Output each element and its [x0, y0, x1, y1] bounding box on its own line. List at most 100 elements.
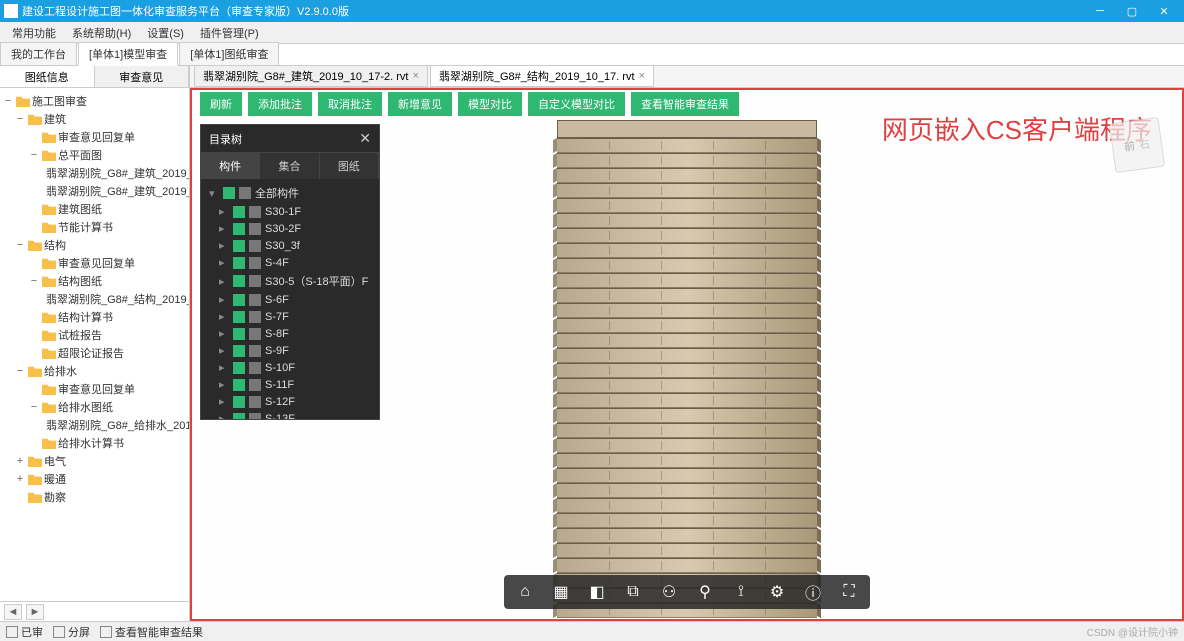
chevron-right-icon[interactable]: ▸	[219, 293, 229, 306]
tree-item[interactable]: −结构图纸	[0, 272, 189, 290]
tree-toggle-icon[interactable]: −	[28, 149, 40, 161]
chevron-right-icon[interactable]: ▸	[219, 205, 229, 218]
custom-compare-button[interactable]: 自定义模型对比	[528, 92, 625, 116]
checkbox-icon[interactable]	[233, 206, 245, 218]
tree-toggle-icon[interactable]: −	[28, 401, 40, 413]
tree-toggle-icon[interactable]: −	[2, 95, 14, 107]
catalog-item[interactable]: ▸S-7F	[201, 308, 379, 325]
viewcube[interactable]: 前 右	[1109, 117, 1165, 173]
chevron-right-icon[interactable]: ▸	[219, 378, 229, 391]
tree-item[interactable]: 审查意见回复单	[0, 128, 189, 146]
checkbox-icon[interactable]	[233, 294, 245, 306]
marker-icon[interactable]: ⚲	[694, 581, 716, 603]
tree-item[interactable]: 翡翠湖别院_G8#_建筑_2019_10_17	[0, 182, 189, 200]
fullscreen-icon[interactable]: ⛶	[838, 581, 860, 603]
file-tab-2[interactable]: 翡翠湖别院_G8#_结构_2019_10_17. rvt ×	[430, 65, 654, 87]
close-icon[interactable]: ×	[412, 70, 418, 82]
tree-item[interactable]: −给排水图纸	[0, 398, 189, 416]
tree-toggle-icon[interactable]: −	[28, 275, 40, 287]
tree-item[interactable]: 审查意见回复单	[0, 380, 189, 398]
maximize-button[interactable]: ▢	[1116, 0, 1148, 22]
catalog-item[interactable]: ▸S-11F	[201, 376, 379, 393]
measure-icon[interactable]: ⟟	[730, 581, 752, 603]
status-split[interactable]: 分屏	[53, 624, 90, 640]
tree-toggle-icon[interactable]: −	[14, 365, 26, 377]
catalog-item[interactable]: ▸S-12F	[201, 393, 379, 410]
tree-item[interactable]: −施工图审查	[0, 92, 189, 110]
catalog-item[interactable]: ▸S-10F	[201, 359, 379, 376]
tree-item[interactable]: 给排水计算书	[0, 434, 189, 452]
tree-item[interactable]: 审查意见回复单	[0, 254, 189, 272]
chevron-right-icon[interactable]: ▸	[219, 222, 229, 235]
tree-toggle-icon[interactable]: −	[14, 113, 26, 125]
checkbox-icon[interactable]	[233, 311, 245, 323]
checkbox-icon[interactable]	[233, 275, 245, 287]
catalog-item[interactable]: ▸S-8F	[201, 325, 379, 342]
catalog-item[interactable]: ▸S-9F	[201, 342, 379, 359]
tree-toggle-icon[interactable]: −	[14, 239, 26, 251]
chevron-right-icon[interactable]: ▸	[219, 361, 229, 374]
tree-item[interactable]: +电气	[0, 452, 189, 470]
tree-item[interactable]: 翡翠湖别院_G8#_结构_2019_10_17. r	[0, 290, 189, 308]
catalog-item[interactable]: ▸S-4F	[201, 254, 379, 271]
catalog-root[interactable]: ▾ 全部构件	[201, 183, 379, 203]
menu-plugins[interactable]: 插件管理(P)	[192, 23, 267, 43]
chevron-right-icon[interactable]: ▸	[219, 239, 229, 252]
tree-item[interactable]: 结构计算书	[0, 308, 189, 326]
grid-icon[interactable]: ▦	[550, 581, 572, 603]
tab-drawing-review[interactable]: [单体1]图纸审查	[179, 42, 279, 65]
catalog-item[interactable]: ▸S30-1F	[201, 203, 379, 220]
checkbox-icon[interactable]	[233, 379, 245, 391]
status-smart-results[interactable]: 查看智能审查结果	[100, 624, 203, 640]
tag-icon[interactable]: ◧	[586, 581, 608, 603]
catalog-item[interactable]: ▸S30-5（S-18平面）F	[201, 271, 379, 291]
checkbox-icon[interactable]	[233, 223, 245, 235]
menu-help[interactable]: 系统帮助(H)	[64, 23, 139, 43]
checkbox-icon[interactable]	[233, 257, 245, 269]
catalog-tab-set[interactable]: 集合	[260, 153, 319, 179]
catalog-tab-component[interactable]: 构件	[201, 153, 260, 179]
checkbox-icon[interactable]	[233, 396, 245, 408]
catalog-item[interactable]: ▸S-6F	[201, 291, 379, 308]
status-reviewed[interactable]: 已审	[6, 624, 43, 640]
checkbox-icon[interactable]	[233, 362, 245, 374]
tree-item[interactable]: 翡翠湖别院_G8#_给排水_2019_10_17	[0, 416, 189, 434]
minimize-button[interactable]: ─	[1084, 0, 1116, 22]
chevron-right-icon[interactable]: ▸	[219, 412, 229, 419]
file-tab-1[interactable]: 翡翠湖别院_G8#_建筑_2019_10_17-2. rvt ×	[194, 65, 428, 87]
checkbox-icon[interactable]	[233, 345, 245, 357]
tree-item[interactable]: 超限论证报告	[0, 344, 189, 362]
catalog-tab-drawing[interactable]: 图纸	[320, 153, 379, 179]
tree-item[interactable]: −总平面图	[0, 146, 189, 164]
cancel-annotation-button[interactable]: 取消批注	[318, 92, 382, 116]
checkbox-icon[interactable]	[233, 413, 245, 420]
chevron-right-icon[interactable]: ▸	[219, 395, 229, 408]
home-icon[interactable]: ⌂	[514, 581, 536, 603]
checkbox-icon[interactable]	[223, 187, 235, 199]
catalog-close-icon[interactable]: ✕	[359, 130, 371, 147]
chevron-right-icon[interactable]: ▸	[219, 256, 229, 269]
tab-workbench[interactable]: 我的工作台	[0, 42, 77, 65]
building-model[interactable]	[557, 120, 817, 620]
chevron-down-icon[interactable]: ▾	[209, 187, 219, 200]
section-icon[interactable]: ⧉	[622, 581, 644, 603]
catalog-item[interactable]: ▸S30-2F	[201, 220, 379, 237]
file-tree[interactable]: −施工图审查−建筑审查意见回复单−总平面图翡翠湖别院_G8#_建筑_2019_1…	[0, 88, 189, 601]
chevron-right-icon[interactable]: ▸	[219, 344, 229, 357]
checkbox-icon[interactable]	[233, 240, 245, 252]
sidebar-tab-drawing-info[interactable]: 图纸信息	[0, 66, 95, 87]
chevron-right-icon[interactable]: ▸	[219, 327, 229, 340]
nav-next-button[interactable]: ►	[26, 604, 44, 620]
info-icon[interactable]: ⓘ	[802, 581, 824, 603]
checkbox-icon[interactable]	[233, 328, 245, 340]
tree-item[interactable]: 试桩报告	[0, 326, 189, 344]
tree-item[interactable]: +暖通	[0, 470, 189, 488]
view-smart-results-button[interactable]: 查看智能审查结果	[631, 92, 739, 116]
add-annotation-button[interactable]: 添加批注	[248, 92, 312, 116]
new-comment-button[interactable]: 新增意见	[388, 92, 452, 116]
tree-item[interactable]: 节能计算书	[0, 218, 189, 236]
tree-toggle-icon[interactable]: +	[14, 473, 26, 485]
settings-icon[interactable]: ⚙	[766, 581, 788, 603]
close-button[interactable]: ✕	[1148, 0, 1180, 22]
tree-item[interactable]: −给排水	[0, 362, 189, 380]
